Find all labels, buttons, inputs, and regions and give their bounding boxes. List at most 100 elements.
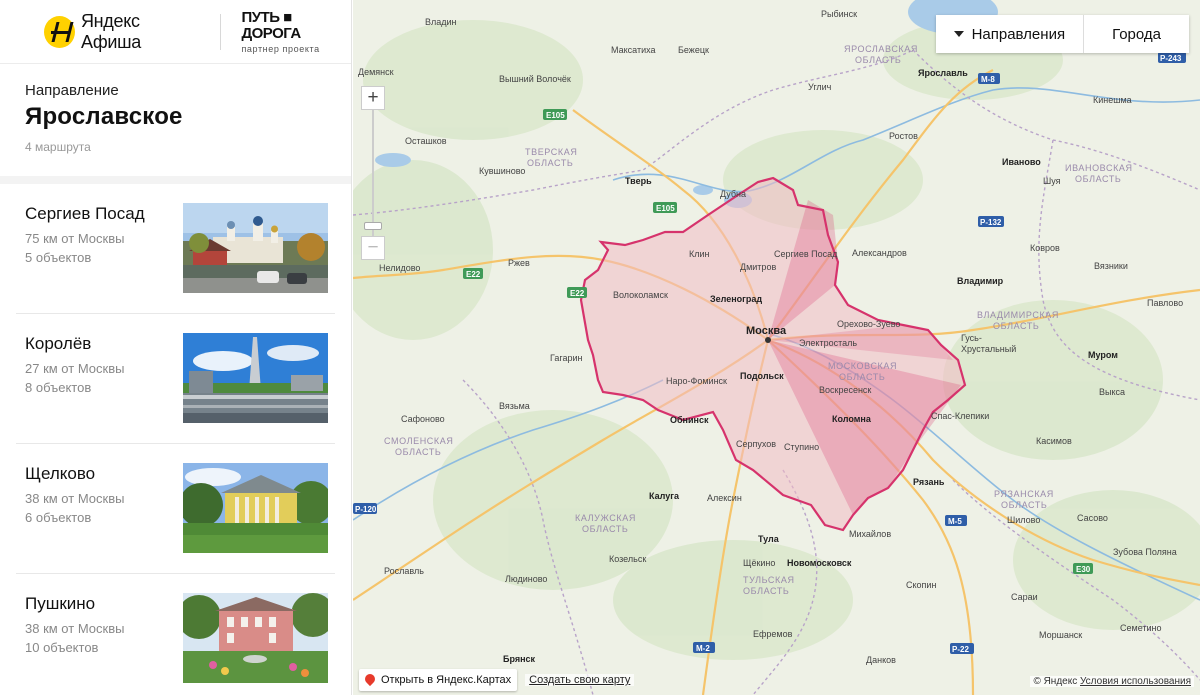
region-label: ОБЛАСТЬ — [527, 158, 573, 168]
map[interactable]: E105 E105 E22 E22 M-8 P-243 P-132 M-5 E3… — [353, 0, 1200, 695]
map-label: Александров — [852, 248, 907, 258]
map-label: Максатиха — [611, 45, 656, 55]
region-label: МОСКОВСКАЯ — [828, 361, 897, 371]
region-label: ОБЛАСТЬ — [395, 447, 441, 457]
open-yandex-maps-button[interactable]: Открыть в Яндекс.Картах — [359, 669, 518, 691]
route-item-schelkovo[interactable]: Щелково 38 км от Москвы 6 объектов — [16, 444, 335, 574]
region-label: ВЛАДИМИРСКАЯ — [977, 310, 1059, 320]
brand-header: Яндекс Афиша ПУТЬ ■ ДОРОГА партнер проек… — [0, 0, 351, 64]
route-photo[interactable] — [183, 203, 328, 293]
region-label: ОБЛАСТЬ — [1075, 174, 1121, 184]
route-photo[interactable] — [183, 333, 328, 423]
map-label-bold: Иваново — [1002, 157, 1041, 167]
route-list: Сергиев Посад 75 км от Москвы 5 объектов — [0, 184, 351, 695]
map-pin-icon — [365, 674, 375, 687]
direction-label: Направление — [25, 82, 119, 99]
route-objects: 6 объектов — [25, 510, 92, 525]
map-label: Демянск — [358, 67, 394, 77]
region-label: ЯРОСЛАВСКАЯ — [844, 44, 918, 54]
zoom-slider[interactable] — [361, 110, 385, 236]
region-label: КАЛУЖСКАЯ — [575, 513, 636, 523]
map-label: Сасово — [1077, 513, 1108, 523]
map-label: Павлово — [1147, 298, 1183, 308]
region-label: ОБЛАСТЬ — [839, 372, 885, 382]
route-photo[interactable] — [183, 463, 328, 553]
map-label: Кувшиново — [479, 166, 525, 176]
partner-logo[interactable]: ПУТЬ ■ ДОРОГА партнер проекта — [241, 9, 351, 54]
map-label: Зубова Поляна — [1113, 547, 1177, 557]
map-label: Ступино — [784, 442, 819, 452]
map-label: Ростов — [889, 131, 918, 141]
cities-label: Города — [1112, 25, 1161, 43]
afisha-logo-icon[interactable] — [44, 15, 75, 48]
map-label-bold: Брянск — [503, 654, 536, 664]
map-label: Серпухов — [736, 439, 776, 449]
region-label: ОБЛАСТЬ — [743, 586, 789, 596]
map-label-bold: Калуга — [649, 491, 680, 501]
create-map-link[interactable]: Создать свою карту — [525, 674, 635, 686]
zoom-in-button[interactable]: + — [361, 86, 385, 110]
map-label: Ковров — [1030, 243, 1060, 253]
map-label: Дубна — [720, 189, 746, 199]
map-label-bold: Подольск — [740, 371, 784, 381]
region-label: ОБЛАСТЬ — [1001, 500, 1047, 510]
map-label: Углич — [808, 82, 832, 92]
map-label: Сергиев Посад — [774, 249, 838, 259]
cities-button[interactable]: Города — [1083, 15, 1189, 53]
map-footer-links: Открыть в Яндекс.Картах Создать свою кар… — [359, 669, 635, 691]
map-label-bold: Новомосковск — [787, 558, 852, 568]
map-label-bold: Зеленоград — [710, 294, 762, 304]
map-label: Владин — [425, 17, 457, 27]
partner-subtitle: партнер проекта — [241, 43, 320, 54]
route-item-sergiev-posad[interactable]: Сергиев Посад 75 км от Москвы 5 объектов — [16, 184, 335, 314]
map-label-bold: Тверь — [625, 176, 652, 186]
region-label: ОБЛАСТЬ — [993, 321, 1039, 331]
region-label: СМОЛЕНСКАЯ — [384, 436, 453, 446]
road-shield-e105-2: E105 — [656, 204, 675, 213]
region-label: РЯЗАНСКАЯ — [994, 489, 1054, 499]
map-label: Волоколамск — [613, 290, 668, 300]
zoom-out-button[interactable]: − — [361, 236, 385, 260]
map-view-switcher: Направления Города — [935, 15, 1189, 53]
route-distance: 75 км от Москвы — [25, 231, 125, 246]
road-shield-r243: P-243 — [1160, 54, 1182, 63]
map-label: Спас-Клепики — [931, 411, 989, 421]
route-photo[interactable] — [183, 593, 328, 683]
map-label: Вышний Волочёк — [499, 74, 571, 84]
route-name: Пушкино — [25, 594, 96, 613]
map-label-bold: Рязань — [913, 477, 945, 487]
region-label: ТВЕРСКАЯ — [525, 147, 577, 157]
directions-button[interactable]: Направления — [935, 15, 1084, 53]
sidebar: Яндекс Афиша ПУТЬ ■ ДОРОГА партнер проек… — [0, 0, 352, 695]
map-label-moscow: Москва — [746, 325, 787, 337]
road-shield-e105: E105 — [546, 111, 565, 120]
afisha-logo-text[interactable]: Яндекс Афиша — [81, 11, 201, 53]
map-label: Наро-Фоминск — [666, 376, 727, 386]
map-label: Рославль — [384, 566, 424, 576]
route-distance: 27 км от Москвы — [25, 361, 125, 376]
map-label-bold: Обнинск — [670, 415, 709, 425]
road-shield-r120: P-120 — [355, 505, 377, 514]
map-label: Дмитров — [740, 262, 776, 272]
region-label: ТУЛЬСКАЯ — [743, 575, 795, 585]
map-label: Кинешма — [1093, 95, 1132, 105]
map-label: Щёкино — [743, 558, 775, 568]
zoom-control: + − — [361, 86, 385, 260]
zoom-slider-thumb[interactable] — [364, 222, 382, 230]
route-item-pushkino[interactable]: Пушкино 38 км от Москвы 10 объектов — [16, 574, 335, 695]
map-label: Электросталь — [799, 338, 857, 348]
route-item-korolev[interactable]: Королёв 27 км от Москвы 8 объектов — [16, 314, 335, 444]
open-yandex-label: Открыть в Яндекс.Картах — [381, 674, 512, 686]
map-label: Михайлов — [849, 529, 891, 539]
map-label: Бежецк — [678, 45, 709, 55]
map-label: Данков — [866, 655, 896, 665]
terms-link[interactable]: Условия использования — [1080, 676, 1191, 687]
route-name: Королёв — [25, 334, 92, 353]
caret-down-icon — [953, 31, 964, 37]
map-label: Нелидово — [379, 263, 420, 273]
map-label: Гагарин — [550, 353, 582, 363]
map-label: Рыбинск — [821, 9, 857, 19]
road-shield-e22: E22 — [466, 270, 481, 279]
map-canvas[interactable]: E105 E105 E22 E22 M-8 P-243 P-132 M-5 E3… — [353, 0, 1200, 695]
map-label: Скопин — [906, 580, 936, 590]
